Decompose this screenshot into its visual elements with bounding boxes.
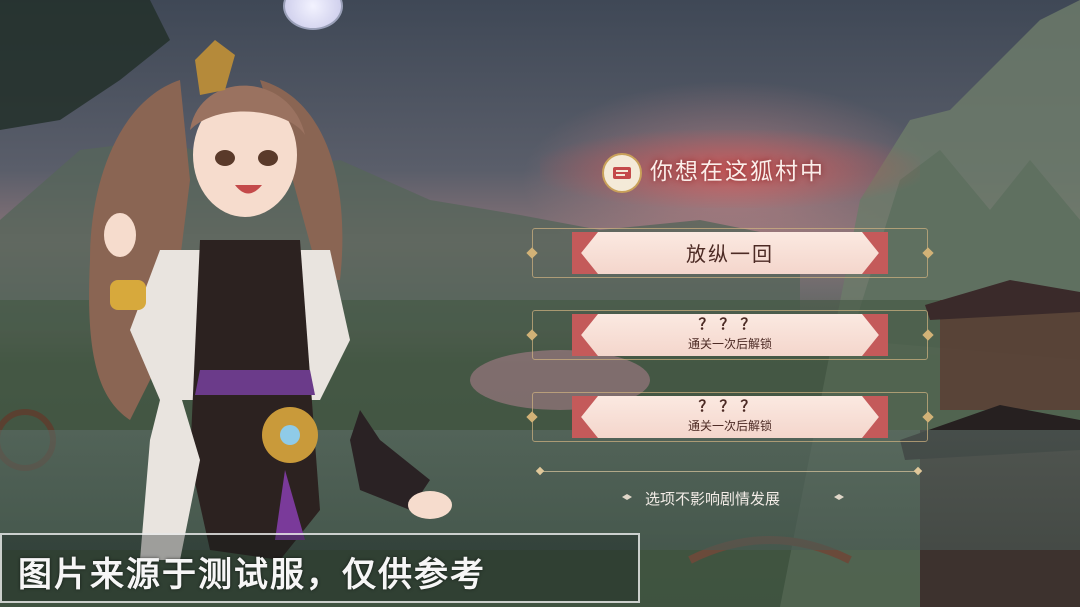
scroll-icon	[602, 153, 642, 193]
diamond-right-icon	[834, 494, 844, 500]
choice-option-3[interactable]: ？？？ 通关一次后解锁	[526, 392, 934, 442]
choice-option-2[interactable]: ？？？ 通关一次后解锁	[526, 310, 934, 360]
hand-left	[104, 213, 136, 257]
diamond-left-icon	[622, 494, 632, 500]
watermark-box: 图片来源于测试服，仅供参考	[0, 533, 640, 603]
eye-right	[258, 150, 278, 166]
eye-left	[215, 150, 235, 166]
gem	[280, 425, 300, 445]
choice-note: 选项不影响剧情发展	[645, 490, 781, 508]
watermark-text: 图片来源于测试服，仅供参考	[18, 555, 486, 595]
divider-line	[540, 471, 920, 472]
sash	[195, 370, 315, 395]
option-label: 放纵一回	[686, 242, 774, 266]
option-label: ？？？	[698, 397, 762, 415]
game-scene: 你想在这狐村中 放纵一回 ？？？ 通关一次后解锁 ？？？ 通关一次后解锁 选项不…	[0, 0, 1080, 607]
choice-option-1[interactable]: 放纵一回	[526, 228, 934, 278]
option-unlock-hint: 通关一次后解锁	[687, 419, 772, 433]
dialog-title: 你想在这狐村中	[650, 159, 825, 185]
option-unlock-hint: 通关一次后解锁	[687, 337, 772, 351]
bracelet	[110, 280, 146, 310]
hair-ornament	[195, 40, 235, 95]
option-label: ？？？	[698, 315, 762, 333]
hand-right	[408, 491, 452, 519]
character-portrait	[89, 40, 452, 560]
dress-body	[190, 240, 320, 560]
